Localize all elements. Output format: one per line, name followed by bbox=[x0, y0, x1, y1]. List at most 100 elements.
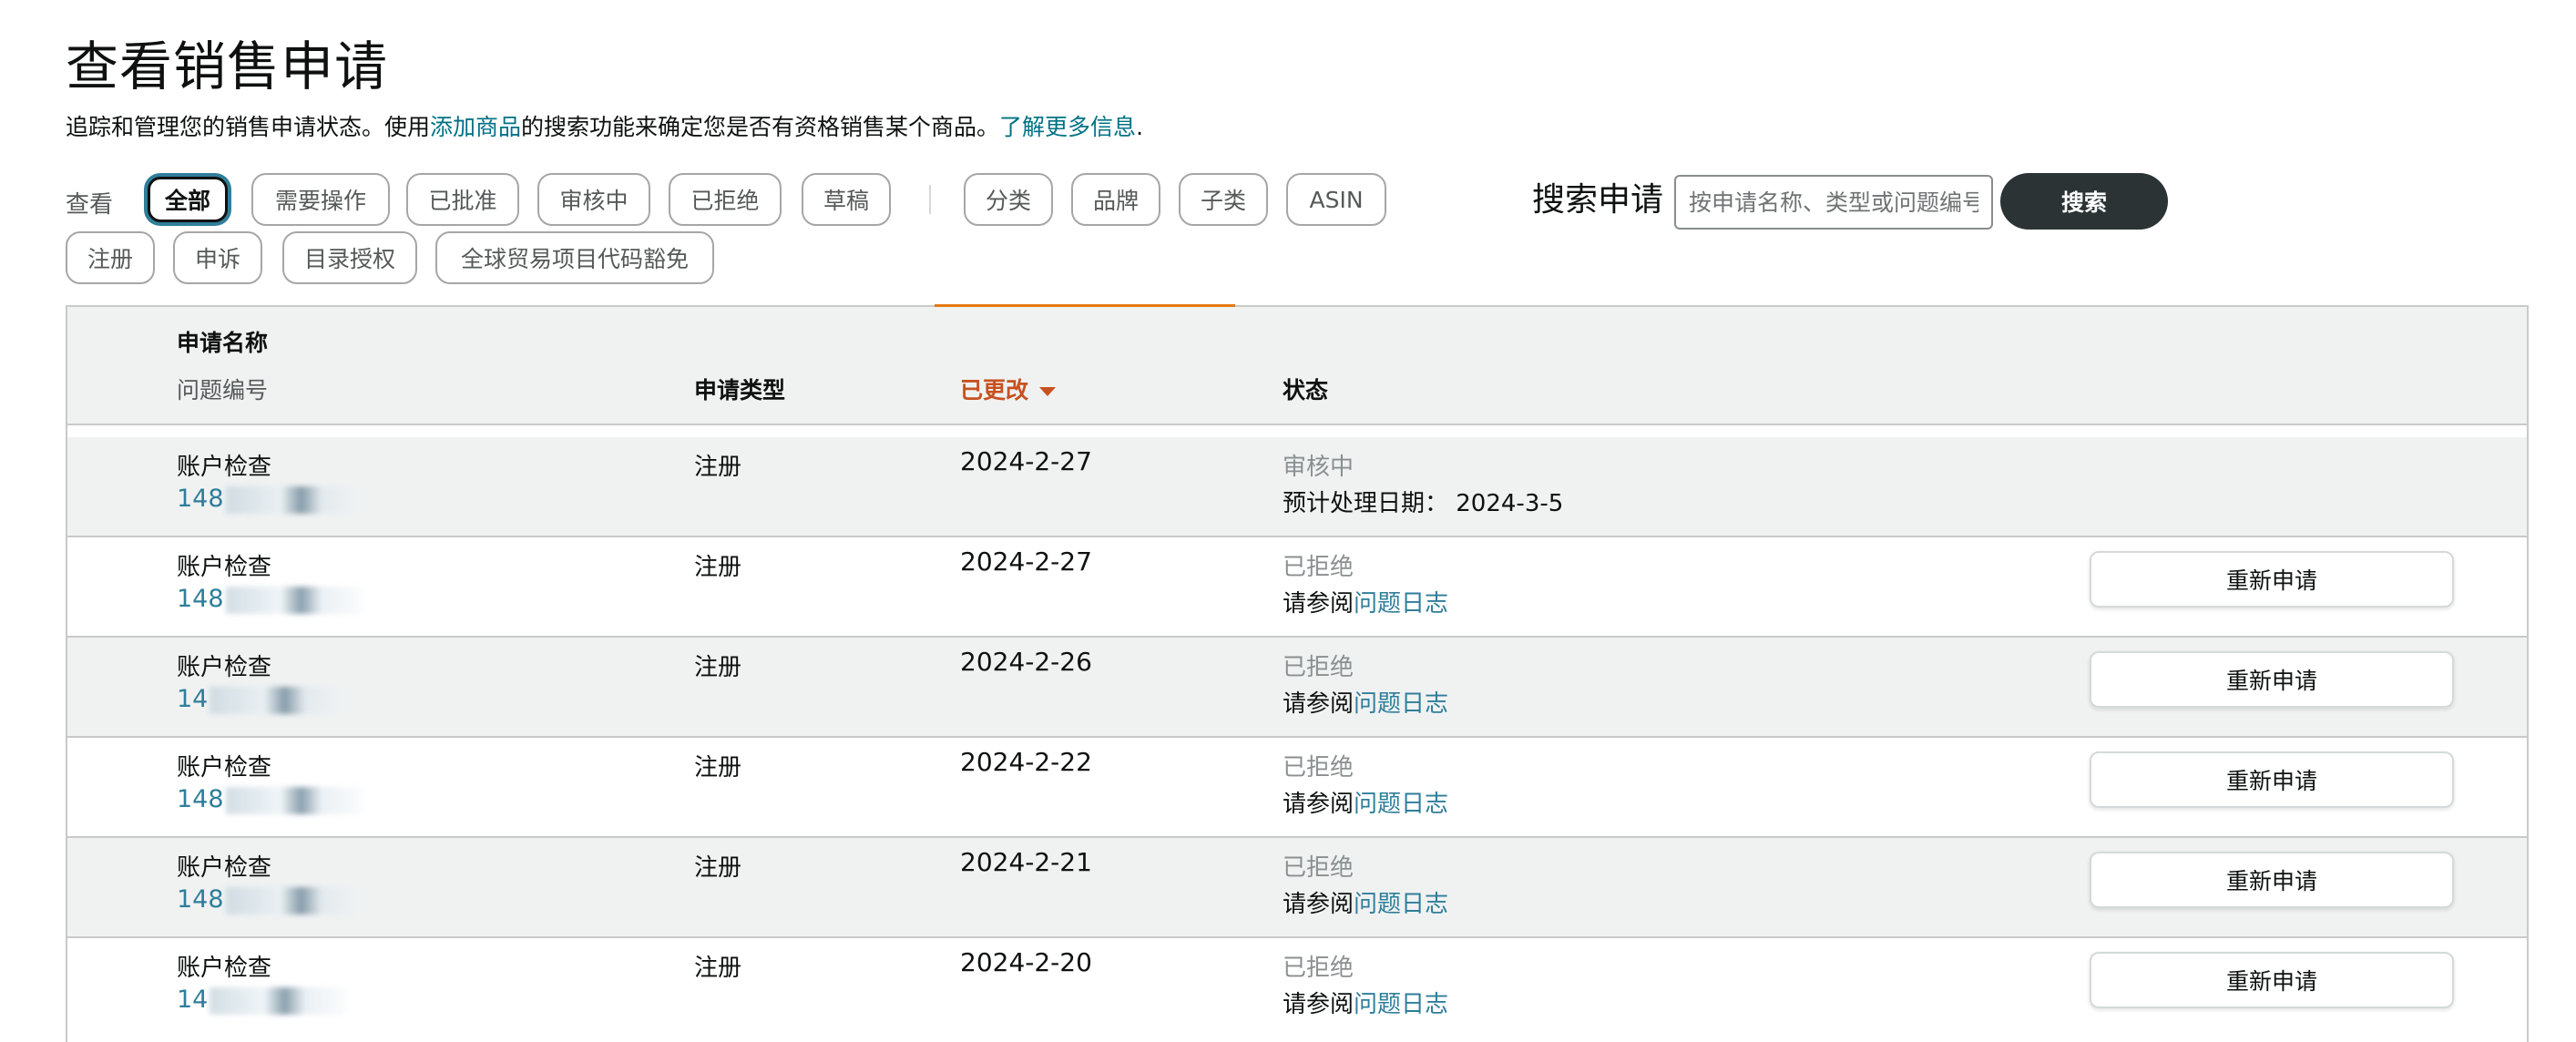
status-note: 请参阅问题日志 bbox=[1283, 785, 1448, 819]
table-row: 账户检查 148 注册 2024-2-27 已拒绝 请参阅问题日志 重新申请 bbox=[67, 537, 2527, 638]
reapply-button[interactable]: 重新申请 bbox=[2090, 952, 2454, 1008]
status-text: 已拒绝 bbox=[1283, 554, 1354, 581]
issue-number: 148 bbox=[177, 585, 224, 613]
table-row: 账户检查 148 注册 2024-2-27 审核中 预计处理日期： 2024-3… bbox=[67, 437, 2527, 537]
request-type: 注册 bbox=[694, 654, 742, 681]
issue-number: 148 bbox=[177, 785, 224, 813]
issue-number-link[interactable]: 148 bbox=[177, 585, 363, 614]
column-header-type[interactable]: 申请类型 bbox=[694, 373, 785, 405]
table-row: 账户检查 14 注册 2024-2-20 已拒绝 请参阅问题日志 重新申请 bbox=[67, 938, 2527, 1038]
search-input[interactable] bbox=[1674, 175, 1993, 230]
status-note: 请参阅问题日志 bbox=[1283, 585, 1448, 618]
issue-log-link[interactable]: 问题日志 bbox=[1354, 791, 1448, 818]
status-note: 请参阅问题日志 bbox=[1283, 986, 1448, 1019]
modified-date: 2024-2-27 bbox=[960, 547, 1092, 577]
reapply-button[interactable]: 重新申请 bbox=[2090, 551, 2454, 608]
reapply-button[interactable]: 重新申请 bbox=[2090, 751, 2454, 808]
subtitle-suffix: . bbox=[1136, 114, 1144, 140]
reapply-button[interactable]: 重新申请 bbox=[2090, 852, 2454, 908]
reapply-button[interactable]: 重新申请 bbox=[2090, 651, 2454, 708]
filter-chip-brand[interactable]: 品牌 bbox=[1071, 173, 1160, 226]
sort-indicator-bar bbox=[935, 304, 1235, 307]
search-button[interactable]: 搜索 bbox=[2000, 173, 2168, 230]
filter-chip-subcategory[interactable]: 子类 bbox=[1179, 173, 1268, 226]
filter-chip-catalog-authorization[interactable]: 目录授权 bbox=[282, 231, 417, 284]
status-text: 审核中 bbox=[1283, 454, 1354, 481]
status-note: 请参阅问题日志 bbox=[1283, 885, 1448, 919]
filter-chip-asin[interactable]: ASIN bbox=[1286, 173, 1386, 226]
request-name: 账户检查 bbox=[177, 654, 272, 681]
column-header-status[interactable]: 状态 bbox=[1283, 373, 1328, 405]
request-name: 账户检查 bbox=[177, 554, 272, 581]
issue-number-link[interactable]: 148 bbox=[177, 785, 363, 814]
filter-chip-approved[interactable]: 已批准 bbox=[406, 173, 519, 226]
status-note: 请参阅问题日志 bbox=[1283, 685, 1448, 719]
modified-date: 2024-2-21 bbox=[960, 847, 1092, 877]
subtitle-text: 追踪和管理您的销售申请状态。使用 bbox=[66, 114, 431, 140]
issue-log-link[interactable]: 问题日志 bbox=[1354, 991, 1448, 1018]
column-header-modified[interactable]: 已更改 bbox=[960, 373, 1057, 405]
search-label: 搜索申请 bbox=[1532, 181, 1664, 219]
subtitle-text-middle: 的搜索功能来确定您是否有资格销售某个商品。 bbox=[521, 114, 1000, 140]
table-row: 账户检查 148 注册 2024-2-22 已拒绝 请参阅问题日志 重新申请 bbox=[67, 738, 2527, 838]
filter-chip-action-required[interactable]: 需要操作 bbox=[251, 173, 390, 226]
filter-divider bbox=[929, 185, 931, 214]
filter-chip-rejected[interactable]: 已拒绝 bbox=[669, 173, 782, 226]
request-name: 账户检查 bbox=[177, 955, 272, 982]
modified-date: 2024-2-27 bbox=[960, 446, 1092, 476]
request-name: 账户检查 bbox=[177, 854, 272, 882]
table-row: 账户检查 148 注册 2024-2-21 已拒绝 请参阅问题日志 重新申请 bbox=[67, 838, 2527, 938]
redacted-mask bbox=[225, 586, 363, 614]
learn-more-link[interactable]: 了解更多信息 bbox=[999, 114, 1136, 140]
filter-chip-draft[interactable]: 草稿 bbox=[802, 173, 891, 226]
sort-desc-icon bbox=[1039, 387, 1057, 396]
request-type: 注册 bbox=[694, 454, 742, 481]
status-text: 已拒绝 bbox=[1283, 754, 1354, 782]
column-header-issue: 问题编号 bbox=[177, 377, 269, 404]
note-prefix: 请参阅 bbox=[1283, 590, 1354, 618]
redacted-mask bbox=[210, 686, 347, 714]
requests-table: 申请名称 问题编号 申请类型 已更改 状态 账户检查 148 注册 2024-2… bbox=[66, 304, 2529, 1042]
filter-chip-in-review[interactable]: 审核中 bbox=[537, 173, 650, 226]
filter-chip-all[interactable]: 全部 bbox=[148, 177, 228, 222]
filter-chip-appeal[interactable]: 申诉 bbox=[173, 231, 262, 284]
filter-chip-gtin-exemption[interactable]: 全球贸易项目代码豁免 bbox=[435, 231, 714, 284]
view-label: 查看 bbox=[66, 191, 114, 219]
add-product-link[interactable]: 添加商品 bbox=[430, 114, 521, 140]
request-type: 注册 bbox=[694, 854, 742, 882]
note-prefix: 请参阅 bbox=[1283, 791, 1354, 818]
modified-label: 已更改 bbox=[960, 377, 1029, 404]
status-text: 已拒绝 bbox=[1283, 955, 1354, 982]
page-subtitle: 追踪和管理您的销售申请状态。使用添加商品的搜索功能来确定您是否有资格销售某个商品… bbox=[66, 109, 1143, 142]
status-text: 已拒绝 bbox=[1283, 654, 1354, 681]
issue-number-link[interactable]: 148 bbox=[177, 885, 363, 914]
modified-date: 2024-2-22 bbox=[960, 747, 1092, 777]
issue-log-link[interactable]: 问题日志 bbox=[1354, 590, 1448, 618]
issue-number-link[interactable]: 14 bbox=[177, 685, 347, 714]
request-type: 注册 bbox=[694, 955, 742, 982]
issue-number: 14 bbox=[177, 986, 209, 1014]
table-row: 账户检查 14 注册 2024-2-26 已拒绝 请参阅问题日志 重新申请 bbox=[67, 638, 2527, 738]
note-prefix: 请参阅 bbox=[1283, 690, 1354, 718]
redacted-mask bbox=[225, 786, 363, 814]
filter-chip-category[interactable]: 分类 bbox=[964, 173, 1053, 226]
redacted-mask bbox=[225, 886, 363, 914]
table-header: 申请名称 问题编号 申请类型 已更改 状态 bbox=[67, 304, 2527, 425]
request-type: 注册 bbox=[694, 554, 742, 581]
redacted-mask bbox=[225, 485, 363, 514]
status-note: 预计处理日期： 2024-3-5 bbox=[1283, 490, 1564, 517]
issue-number: 148 bbox=[177, 885, 224, 914]
request-type: 注册 bbox=[694, 754, 742, 782]
issue-log-link[interactable]: 问题日志 bbox=[1354, 690, 1448, 718]
modified-date: 2024-2-26 bbox=[960, 647, 1092, 677]
issue-number-link[interactable]: 148 bbox=[177, 485, 363, 514]
filter-chip-registration[interactable]: 注册 bbox=[66, 231, 155, 284]
column-header-name[interactable]: 申请名称 bbox=[177, 325, 268, 358]
status-text: 已拒绝 bbox=[1283, 854, 1354, 882]
issue-number: 148 bbox=[177, 485, 224, 513]
issue-log-link[interactable]: 问题日志 bbox=[1354, 891, 1448, 918]
request-name: 账户检查 bbox=[177, 454, 272, 481]
note-prefix: 请参阅 bbox=[1283, 891, 1354, 918]
issue-number-link[interactable]: 14 bbox=[177, 986, 347, 1015]
redacted-mask bbox=[210, 986, 347, 1015]
